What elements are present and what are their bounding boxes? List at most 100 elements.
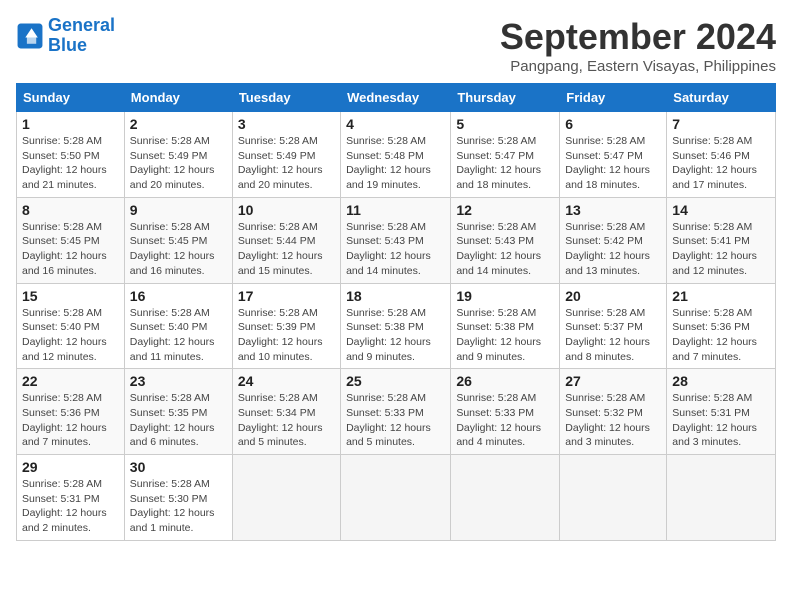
day-number: 21 <box>672 288 770 304</box>
calendar-day-cell: 21 Sunrise: 5:28 AM Sunset: 5:36 PM Dayli… <box>667 283 776 369</box>
calendar-day-cell: 14Sunrise: 5:28 AM Sunset: 5:41 PM Dayli… <box>667 197 776 283</box>
calendar-day-cell: 20Sunrise: 5:28 AM Sunset: 5:37 PM Dayli… <box>560 283 667 369</box>
day-detail: Sunrise: 5:28 AM Sunset: 5:36 PM Dayligh… <box>22 391 119 450</box>
day-number: 1 <box>22 116 119 132</box>
day-detail: Sunrise: 5:28 AM Sunset: 5:40 PM Dayligh… <box>130 306 227 365</box>
calendar-day-cell <box>560 455 667 541</box>
location-subtitle: Pangpang, Eastern Visayas, Philippines <box>500 58 776 75</box>
day-detail: Sunrise: 5:28 AM Sunset: 5:39 PM Dayligh… <box>238 306 335 365</box>
day-number: 8 <box>22 202 119 218</box>
day-detail: Sunrise: 5:28 AM Sunset: 5:38 PM Dayligh… <box>456 306 554 365</box>
title-block: September 2024 Pangpang, Eastern Visayas… <box>500 16 776 75</box>
calendar-day-cell: 23Sunrise: 5:28 AM Sunset: 5:35 PM Dayli… <box>124 369 232 455</box>
logo-line2: Blue <box>48 35 87 55</box>
day-number: 16 <box>130 288 227 304</box>
day-detail: Sunrise: 5:28 AM Sunset: 5:40 PM Dayligh… <box>22 306 119 365</box>
day-number: 25 <box>346 373 445 389</box>
calendar-header: SundayMondayTuesdayWednesdayThursdayFrid… <box>17 84 776 112</box>
day-detail: Sunrise: 5:28 AM Sunset: 5:34 PM Dayligh… <box>238 391 335 450</box>
calendar-day-cell: 24Sunrise: 5:28 AM Sunset: 5:34 PM Dayli… <box>232 369 340 455</box>
calendar-day-cell: 18Sunrise: 5:28 AM Sunset: 5:38 PM Dayli… <box>341 283 451 369</box>
day-detail: Sunrise: 5:28 AM Sunset: 5:42 PM Dayligh… <box>565 220 661 279</box>
calendar-day-cell: 11 Sunrise: 5:28 AM Sunset: 5:43 PM Dayli… <box>341 197 451 283</box>
calendar-week-row: 15 Sunrise: 5:28 AM Sunset: 5:40 PM Dayli… <box>17 283 776 369</box>
weekday-header-saturday: Saturday <box>667 84 776 112</box>
day-detail: Sunrise: 5:28 AM Sunset: 5:33 PM Dayligh… <box>346 391 445 450</box>
day-number: 22 <box>22 373 119 389</box>
calendar-body: 1 Sunrise: 5:28 AM Sunset: 5:50 PM Daylig… <box>17 112 776 541</box>
day-number: 19 <box>456 288 554 304</box>
weekday-header-friday: Friday <box>560 84 667 112</box>
day-detail: Sunrise: 5:28 AM Sunset: 5:47 PM Dayligh… <box>565 134 661 193</box>
day-detail: Sunrise: 5:28 AM Sunset: 5:38 PM Dayligh… <box>346 306 445 365</box>
weekday-header-wednesday: Wednesday <box>341 84 451 112</box>
logo-line1: General <box>48 15 115 35</box>
day-number: 26 <box>456 373 554 389</box>
calendar-week-row: 1 Sunrise: 5:28 AM Sunset: 5:50 PM Daylig… <box>17 112 776 198</box>
day-number: 3 <box>238 116 335 132</box>
day-detail: Sunrise: 5:28 AM Sunset: 5:33 PM Dayligh… <box>456 391 554 450</box>
day-detail: Sunrise: 5:28 AM Sunset: 5:32 PM Dayligh… <box>565 391 661 450</box>
calendar-day-cell: 9Sunrise: 5:28 AM Sunset: 5:45 PM Daylig… <box>124 197 232 283</box>
day-detail: Sunrise: 5:28 AM Sunset: 5:49 PM Dayligh… <box>130 134 227 193</box>
calendar-day-cell <box>667 455 776 541</box>
calendar-day-cell: 22 Sunrise: 5:28 AM Sunset: 5:36 PM Dayli… <box>17 369 125 455</box>
day-detail: Sunrise: 5:28 AM Sunset: 5:49 PM Dayligh… <box>238 134 335 193</box>
day-detail: Sunrise: 5:28 AM Sunset: 5:46 PM Dayligh… <box>672 134 770 193</box>
day-detail: Sunrise: 5:28 AM Sunset: 5:30 PM Dayligh… <box>130 477 227 536</box>
calendar-day-cell <box>341 455 451 541</box>
calendar-week-row: 29Sunrise: 5:28 AM Sunset: 5:31 PM Dayli… <box>17 455 776 541</box>
day-detail: Sunrise: 5:28 AM Sunset: 5:48 PM Dayligh… <box>346 134 445 193</box>
calendar-day-cell: 5 Sunrise: 5:28 AM Sunset: 5:47 PM Daylig… <box>451 112 560 198</box>
calendar-day-cell <box>232 455 340 541</box>
day-detail: Sunrise: 5:28 AM Sunset: 5:43 PM Dayligh… <box>346 220 445 279</box>
day-number: 4 <box>346 116 445 132</box>
day-number: 29 <box>22 459 119 475</box>
day-number: 27 <box>565 373 661 389</box>
calendar-week-row: 8Sunrise: 5:28 AM Sunset: 5:45 PM Daylig… <box>17 197 776 283</box>
month-title: September 2024 <box>500 16 776 58</box>
weekday-header-sunday: Sunday <box>17 84 125 112</box>
calendar-day-cell: 25 Sunrise: 5:28 AM Sunset: 5:33 PM Dayli… <box>341 369 451 455</box>
calendar-day-cell: 4 Sunrise: 5:28 AM Sunset: 5:48 PM Daylig… <box>341 112 451 198</box>
day-number: 10 <box>238 202 335 218</box>
calendar-day-cell: 29Sunrise: 5:28 AM Sunset: 5:31 PM Dayli… <box>17 455 125 541</box>
day-number: 13 <box>565 202 661 218</box>
logo: General Blue <box>16 16 115 56</box>
calendar-day-cell: 8Sunrise: 5:28 AM Sunset: 5:45 PM Daylig… <box>17 197 125 283</box>
day-number: 17 <box>238 288 335 304</box>
calendar-day-cell: 16 Sunrise: 5:28 AM Sunset: 5:40 PM Dayli… <box>124 283 232 369</box>
day-number: 6 <box>565 116 661 132</box>
calendar-day-cell: 15 Sunrise: 5:28 AM Sunset: 5:40 PM Dayli… <box>17 283 125 369</box>
calendar-day-cell: 3 Sunrise: 5:28 AM Sunset: 5:49 PM Daylig… <box>232 112 340 198</box>
day-number: 11 <box>346 202 445 218</box>
calendar-week-row: 22 Sunrise: 5:28 AM Sunset: 5:36 PM Dayli… <box>17 369 776 455</box>
day-detail: Sunrise: 5:28 AM Sunset: 5:44 PM Dayligh… <box>238 220 335 279</box>
calendar-day-cell: 28Sunrise: 5:28 AM Sunset: 5:31 PM Dayli… <box>667 369 776 455</box>
calendar-day-cell: 30 Sunrise: 5:28 AM Sunset: 5:30 PM Dayli… <box>124 455 232 541</box>
day-number: 5 <box>456 116 554 132</box>
day-detail: Sunrise: 5:28 AM Sunset: 5:36 PM Dayligh… <box>672 306 770 365</box>
day-detail: Sunrise: 5:28 AM Sunset: 5:50 PM Dayligh… <box>22 134 119 193</box>
day-number: 23 <box>130 373 227 389</box>
calendar-day-cell: 17 Sunrise: 5:28 AM Sunset: 5:39 PM Dayli… <box>232 283 340 369</box>
calendar-day-cell: 12Sunrise: 5:28 AM Sunset: 5:43 PM Dayli… <box>451 197 560 283</box>
day-detail: Sunrise: 5:28 AM Sunset: 5:47 PM Dayligh… <box>456 134 554 193</box>
day-number: 7 <box>672 116 770 132</box>
calendar-day-cell: 2 Sunrise: 5:28 AM Sunset: 5:49 PM Daylig… <box>124 112 232 198</box>
calendar-day-cell: 7 Sunrise: 5:28 AM Sunset: 5:46 PM Daylig… <box>667 112 776 198</box>
day-detail: Sunrise: 5:28 AM Sunset: 5:43 PM Dayligh… <box>456 220 554 279</box>
day-number: 28 <box>672 373 770 389</box>
day-number: 15 <box>22 288 119 304</box>
calendar-day-cell: 26 Sunrise: 5:28 AM Sunset: 5:33 PM Dayli… <box>451 369 560 455</box>
day-number: 30 <box>130 459 227 475</box>
calendar-day-cell: 19 Sunrise: 5:28 AM Sunset: 5:38 PM Dayli… <box>451 283 560 369</box>
calendar-day-cell: 27 Sunrise: 5:28 AM Sunset: 5:32 PM Dayli… <box>560 369 667 455</box>
calendar-day-cell: 10 Sunrise: 5:28 AM Sunset: 5:44 PM Dayli… <box>232 197 340 283</box>
day-number: 20 <box>565 288 661 304</box>
logo-icon <box>16 22 44 50</box>
day-number: 2 <box>130 116 227 132</box>
day-number: 14 <box>672 202 770 218</box>
logo-text: General Blue <box>48 16 115 56</box>
weekday-header-thursday: Thursday <box>451 84 560 112</box>
